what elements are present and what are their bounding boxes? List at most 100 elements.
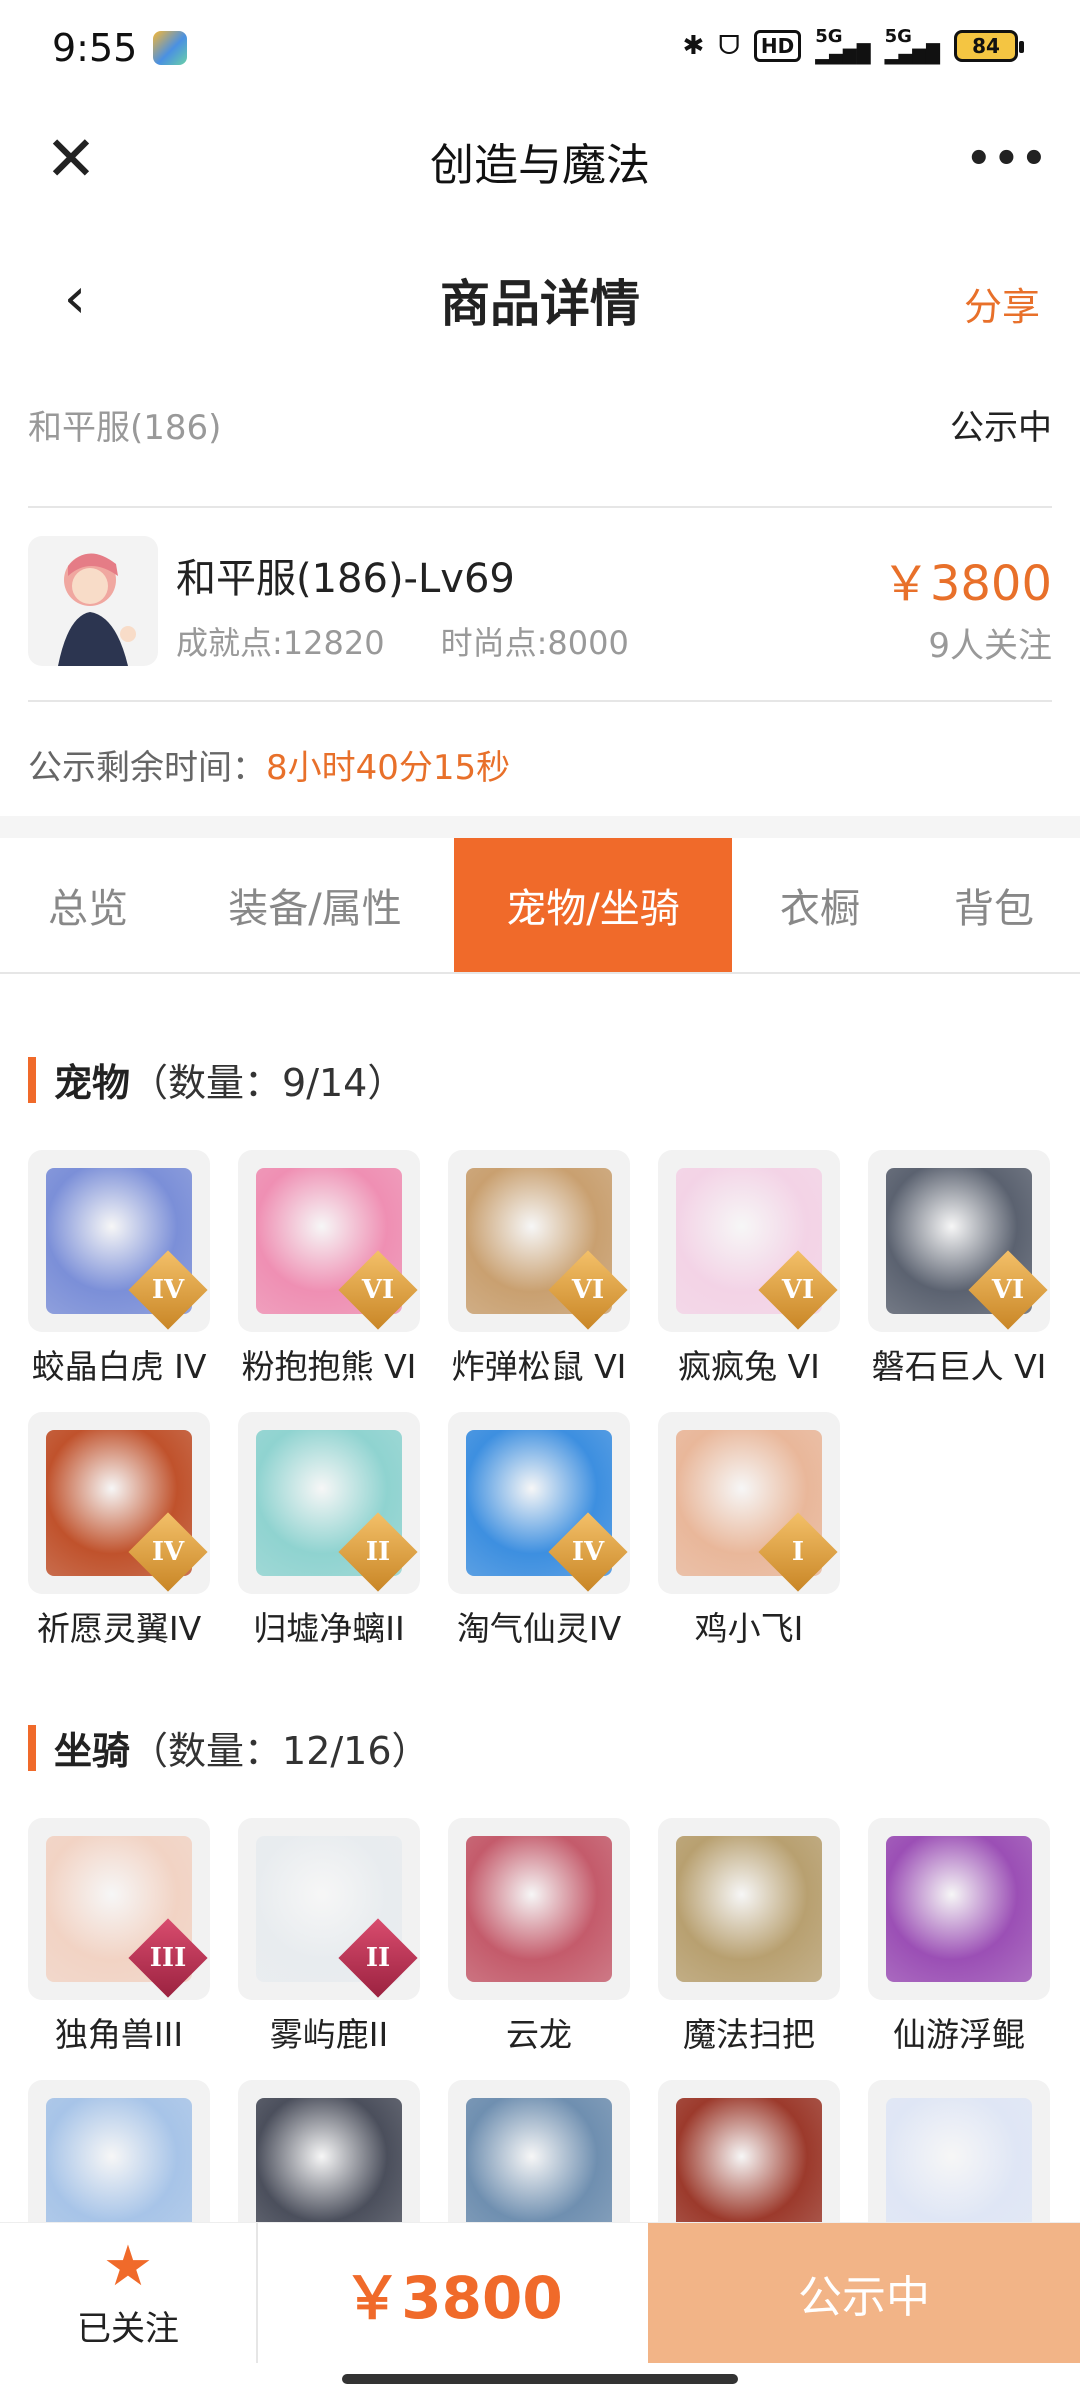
- pet-item[interactable]: VI 磐石巨人 VI: [868, 1150, 1054, 1388]
- tab-wardrobe[interactable]: 衣橱: [732, 838, 908, 972]
- signal-icon-1: 5G ▂▄▆█: [815, 26, 871, 65]
- tab-pets-mounts[interactable]: 宠物/坐骑: [454, 838, 732, 972]
- pet-thumbnail: VI: [658, 1150, 840, 1332]
- pet-name: 疯疯兔 VI: [678, 1347, 820, 1386]
- follower-count: 9人关注: [928, 626, 1052, 666]
- pet-thumbnail: I: [658, 1412, 840, 1594]
- rank-badge-icon: IV: [128, 1512, 208, 1592]
- mount-image: [466, 1836, 612, 1982]
- price: ￥3800: [881, 556, 1052, 612]
- rank-badge-icon: VI: [548, 1250, 628, 1330]
- character-name: 和平服(186)-Lv69: [176, 556, 515, 602]
- pet-item[interactable]: VI 炸弹松鼠 VI: [448, 1150, 634, 1388]
- pet-item[interactable]: VI 粉抱抱熊 VI: [238, 1150, 424, 1388]
- mounts-section-title: 坐骑 （数量：12/16）: [28, 1720, 430, 1775]
- home-indicator[interactable]: [342, 2374, 738, 2384]
- divider: [28, 506, 1052, 508]
- pet-item[interactable]: VI 疯疯兔 VI: [658, 1150, 844, 1388]
- fashion-points: 时尚点:8000: [440, 624, 629, 662]
- pet-name: 粉抱抱熊 VI: [241, 1347, 417, 1386]
- rank-badge-icon: II: [338, 1512, 418, 1592]
- pet-thumbnail: IV: [28, 1412, 210, 1594]
- character-stats: 成就点:12820 时尚点:8000: [176, 618, 629, 664]
- status-bar: 9:55 ✱ ᗜ HD 5G ▂▄▆█ 5G ▂▄▆█ 84: [0, 0, 1080, 96]
- mount-item[interactable]: 仙游浮鲲: [868, 1818, 1054, 2056]
- tab-backpack[interactable]: 背包: [908, 838, 1080, 972]
- pet-item[interactable]: I 鸡小飞I: [658, 1412, 844, 1650]
- mount-thumbnail: [658, 1818, 840, 2000]
- pet-name: 鸡小飞I: [694, 1609, 804, 1648]
- share-button[interactable]: 分享: [964, 276, 1040, 331]
- mount-thumbnail: [868, 1818, 1050, 2000]
- rank-badge-icon: IV: [128, 1250, 208, 1330]
- section-gap: [0, 816, 1080, 838]
- tab-bar: 总览 装备/属性 宠物/坐骑 衣橱 背包: [0, 838, 1080, 974]
- clock: 9:55: [52, 26, 138, 70]
- earbuds-icon: ᗜ: [718, 30, 740, 61]
- mount-item[interactable]: III 独角兽III: [28, 1818, 214, 2056]
- pet-thumbnail: IV: [448, 1412, 630, 1594]
- rank-badge-icon: IV: [548, 1512, 628, 1592]
- remaining-time: 公示剩余时间：8小时40分15秒: [28, 740, 510, 789]
- server-row: 和平服(186) 公示中: [28, 400, 1052, 449]
- rank-badge-icon: VI: [968, 1250, 1048, 1330]
- mount-item[interactable]: 魔法扫把: [658, 1818, 844, 2056]
- battery-icon: 84: [954, 30, 1024, 62]
- pets-section-title: 宠物 （数量：9/14）: [28, 1052, 405, 1107]
- remaining-time-value: 8小时40分15秒: [266, 748, 511, 788]
- mount-thumbnail: II: [238, 1818, 420, 2000]
- rank-badge-icon: I: [758, 1512, 838, 1592]
- bottom-price: ￥3800: [343, 2264, 563, 2332]
- page-header: ‹ 商品详情 分享: [0, 240, 1080, 360]
- divider: [28, 700, 1052, 702]
- mount-name: 云龙: [506, 2015, 572, 2054]
- app-notification-icon: [153, 31, 188, 65]
- pet-item[interactable]: IV 淘气仙灵IV: [448, 1412, 634, 1650]
- mount-image: [886, 1836, 1032, 1982]
- mount-item[interactable]: 云龙: [448, 1818, 634, 2056]
- public-notice-button[interactable]: 公示中: [648, 2223, 1080, 2363]
- mount-name: 雾屿鹿II: [269, 2015, 389, 2054]
- tab-equipment[interactable]: 装备/属性: [176, 838, 454, 972]
- tab-overview[interactable]: 总览: [0, 838, 176, 972]
- pet-name: 炸弹松鼠 VI: [451, 1347, 627, 1386]
- mount-image: [676, 1836, 822, 1982]
- bluetooth-icon: ✱: [682, 31, 705, 61]
- back-icon[interactable]: ‹: [40, 264, 110, 334]
- signal-icon-2: 5G ▂▄▆█: [884, 26, 940, 65]
- pet-item[interactable]: IV 祈愿灵翼IV: [28, 1412, 214, 1650]
- pet-thumbnail: VI: [238, 1150, 420, 1332]
- server-name: 和平服(186): [28, 408, 222, 448]
- pet-thumbnail: VI: [868, 1150, 1050, 1332]
- mount-thumbnail: III: [28, 1818, 210, 2000]
- character-summary: 和平服(186)-Lv69 成就点:12820 时尚点:8000 ￥3800 9人…: [28, 536, 1052, 668]
- app-title: 创造与魔法: [430, 140, 650, 191]
- rank-badge-icon: III: [128, 1918, 208, 1998]
- pet-name: 归墟净螭II: [253, 1609, 405, 1648]
- follow-button[interactable]: ★ 已关注: [0, 2223, 258, 2363]
- pet-name: 磐石巨人 VI: [871, 1347, 1047, 1386]
- achievement-points: 成就点:12820: [176, 624, 385, 662]
- star-icon: ★: [102, 2233, 154, 2299]
- bottom-action-bar: ★ 已关注 ￥3800 公示中: [0, 2222, 1080, 2363]
- pet-thumbnail: VI: [448, 1150, 630, 1332]
- mount-name: 魔法扫把: [683, 2015, 815, 2054]
- page-title: 商品详情: [440, 275, 640, 333]
- remaining-time-label: 公示剩余时间：: [28, 748, 266, 788]
- rank-badge-icon: II: [338, 1918, 418, 1998]
- mount-name: 仙游浮鲲: [893, 2015, 1025, 2054]
- app-title-bar: ✕ 创造与魔法 •••: [0, 96, 1080, 226]
- pet-item[interactable]: II 归墟净螭II: [238, 1412, 424, 1650]
- rank-badge-icon: VI: [758, 1250, 838, 1330]
- close-icon[interactable]: ✕: [36, 124, 106, 194]
- pet-item[interactable]: IV 蛟晶白虎 IV: [28, 1150, 214, 1388]
- listing-status: 公示中: [950, 408, 1052, 448]
- mount-item[interactable]: II 雾屿鹿II: [238, 1818, 424, 2056]
- character-avatar: [28, 536, 158, 666]
- rank-badge-icon: VI: [338, 1250, 418, 1330]
- pet-name: 蛟晶白虎 IV: [31, 1347, 207, 1386]
- more-icon[interactable]: •••: [966, 124, 1047, 194]
- follow-label: 已关注: [77, 2308, 179, 2349]
- pet-name: 淘气仙灵IV: [456, 1609, 622, 1648]
- mount-name: 独角兽III: [54, 2015, 184, 2054]
